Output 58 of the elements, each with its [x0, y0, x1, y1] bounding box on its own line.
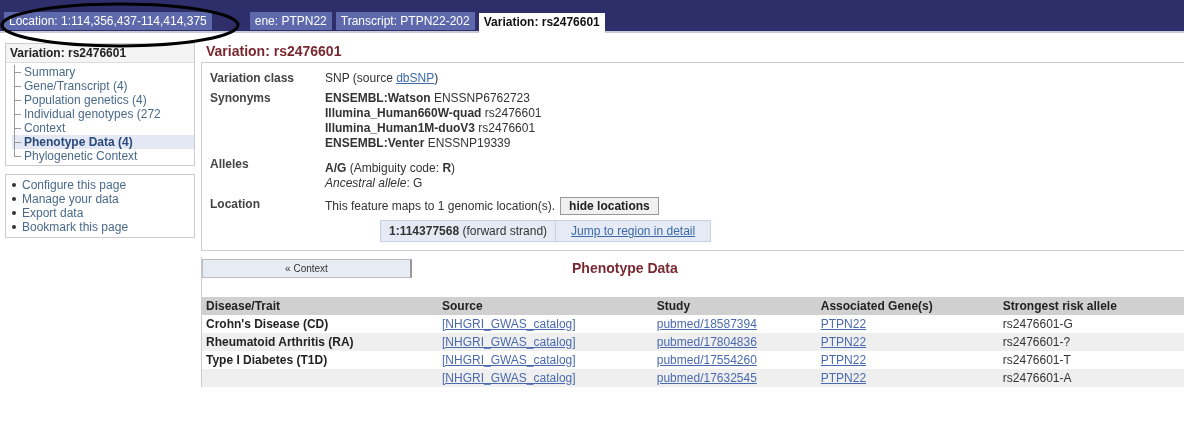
- bullet-icon: [12, 197, 16, 201]
- column-header: Study: [652, 297, 817, 315]
- field-value: ENSEMBL:Watson ENSSNP6762723: [325, 91, 531, 106]
- section-title: Phenotype Data: [572, 260, 678, 276]
- table-cell: rs2476601-T: [1002, 353, 1071, 367]
- table-link[interactable]: pubmed/18587394: [656, 317, 757, 331]
- nav-item[interactable]: Individual genotypes (272: [12, 107, 194, 121]
- column-header: Disease/Trait: [202, 297, 438, 315]
- tab[interactable]: Variation: rs2476601: [478, 13, 605, 33]
- nav-item[interactable]: Summary: [12, 65, 194, 79]
- field-label: Synonyms: [210, 91, 272, 107]
- action-link[interactable]: Manage your data: [22, 192, 119, 206]
- nav-item[interactable]: Context: [12, 121, 194, 135]
- table-cell: Crohn's Disease (CD): [206, 317, 329, 331]
- table-cell: rs2476601-?: [1002, 335, 1071, 349]
- action-link[interactable]: Export data: [22, 206, 84, 220]
- source-link[interactable]: dbSNP: [396, 71, 435, 85]
- field-value: A/G (Ambiguity code: R): [325, 161, 457, 176]
- field-label: Alleles: [210, 157, 250, 173]
- context-button[interactable]: « Context: [202, 258, 412, 278]
- page-title: Variation: rs2476601: [201, 43, 1184, 63]
- table-link[interactable]: PTPN22: [820, 353, 867, 367]
- table-link[interactable]: PTPN22: [820, 371, 867, 385]
- action-link[interactable]: Bookmark this page: [22, 220, 129, 234]
- nav-item[interactable]: Population genetics (4): [12, 93, 194, 107]
- column-header: Strongest risk allele: [998, 297, 1184, 315]
- action-link[interactable]: Configure this page: [22, 178, 127, 192]
- nav-item[interactable]: Phenotype Data (4): [12, 135, 194, 149]
- tab[interactable]: ene: PTPN22: [249, 12, 332, 30]
- column-header: Associated Gene(s): [816, 297, 999, 315]
- nav-item[interactable]: Phylogenetic Context: [12, 149, 194, 163]
- field-label: Variation class: [210, 71, 296, 85]
- table-cell: Rheumatoid Arthritis (RA): [206, 335, 354, 349]
- table-cell: rs2476601-A: [1002, 371, 1072, 385]
- field-value: Ancestral allele: G: [325, 176, 424, 191]
- table-cell: rs2476601-G: [1002, 317, 1073, 331]
- nav-item[interactable]: Gene/Transcript (4): [12, 79, 194, 93]
- field-value: Illumina_Human660W-quad rs2476601: [325, 106, 543, 121]
- table-link[interactable]: pubmed/17554260: [656, 353, 757, 367]
- location-position: 1:114377568 (forward strand): [381, 221, 557, 241]
- field-label: Location: [210, 197, 261, 213]
- bullet-icon: [12, 211, 16, 215]
- tab[interactable]: Location: 1:114,356,437-114,414,375: [4, 12, 212, 30]
- table-link[interactable]: [NHGRI_GWAS_catalog]: [441, 353, 576, 367]
- field-value: ENSEMBL:Venter ENSSNP19339: [325, 136, 512, 151]
- table-link[interactable]: PTPN22: [820, 317, 867, 331]
- field-value: Illumina_Human1M-duoV3 rs2476601: [325, 121, 537, 136]
- table-link[interactable]: [NHGRI_GWAS_catalog]: [441, 317, 576, 331]
- hide-locations-button[interactable]: hide locations: [560, 197, 659, 215]
- bullet-icon: [12, 225, 16, 229]
- tab[interactable]: Transcript: PTPN22-202: [335, 12, 475, 30]
- bullet-icon: [12, 183, 16, 187]
- field-value: SNP (source dbSNP): [325, 71, 439, 85]
- field-value: This feature maps to 1 genomic location(s).: [325, 199, 556, 213]
- table-cell: Type I Diabetes (T1D): [206, 353, 328, 367]
- column-header: Source: [437, 297, 653, 315]
- table-link[interactable]: PTPN22: [820, 335, 867, 349]
- jump-link[interactable]: Jump to region in detail: [571, 224, 696, 238]
